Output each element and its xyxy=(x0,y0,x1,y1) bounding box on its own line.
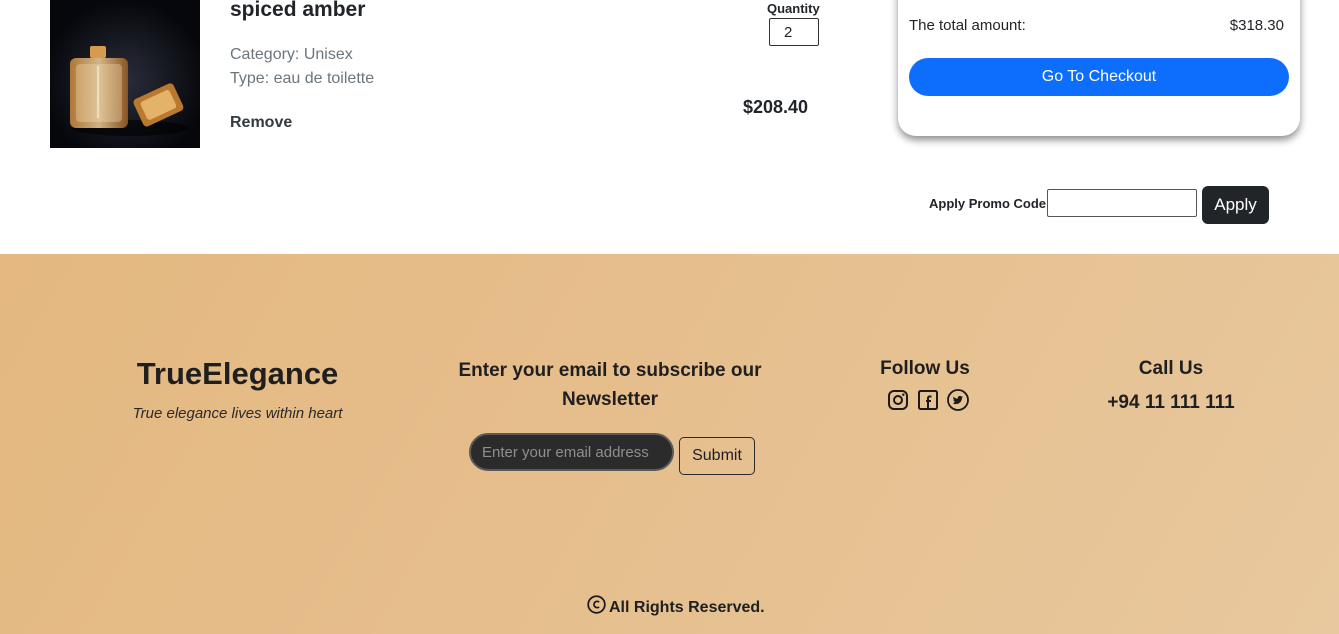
promo-code-label: Apply Promo Code xyxy=(929,196,1047,211)
quantity-label: Quantity xyxy=(767,1,820,16)
facebook-icon[interactable] xyxy=(916,388,940,412)
item-price: $208.40 xyxy=(743,97,809,117)
copyright: All Rights Reserved. xyxy=(586,595,765,618)
remove-button[interactable]: Remove xyxy=(230,114,292,132)
total-amount-label: The total amount: xyxy=(909,17,1026,34)
follow-us-heading: Follow Us xyxy=(880,358,970,379)
checkout-button[interactable]: Go To Checkout xyxy=(909,58,1289,96)
newsletter-submit-button[interactable]: Submit xyxy=(679,437,755,475)
newsletter-heading: Enter your email to subscribe our Newsle… xyxy=(458,360,762,410)
product-title: spiced amber xyxy=(230,0,366,21)
footer: TrueElegance True elegance lives within … xyxy=(0,254,1339,634)
product-type: Type: eau de toilette xyxy=(230,70,375,87)
product-image xyxy=(50,0,200,148)
call-us-heading: Call Us xyxy=(1138,358,1204,379)
instagram-icon[interactable] xyxy=(886,388,910,412)
twitter-icon[interactable] xyxy=(946,388,970,412)
footer-brand: TrueElegance xyxy=(136,356,339,391)
total-amount-value: $318.30 xyxy=(1229,17,1284,34)
phone-number: +94 11 111 111 xyxy=(1107,392,1235,413)
footer-tagline: True elegance lives within heart xyxy=(132,405,343,422)
order-summary-card: The total amount: $318.30 Go To Checkout xyxy=(898,0,1300,136)
promo-code-input[interactable] xyxy=(1047,189,1197,217)
newsletter-email-input[interactable] xyxy=(469,433,674,471)
apply-promo-button[interactable]: Apply xyxy=(1202,186,1269,224)
product-category: Category: Unisex xyxy=(230,46,353,63)
social-links xyxy=(886,388,976,412)
quantity-input[interactable] xyxy=(769,18,819,46)
copyright-icon xyxy=(587,595,606,614)
perfume-bottle-image xyxy=(50,0,200,148)
copyright-text: All Rights Reserved. xyxy=(609,598,765,616)
